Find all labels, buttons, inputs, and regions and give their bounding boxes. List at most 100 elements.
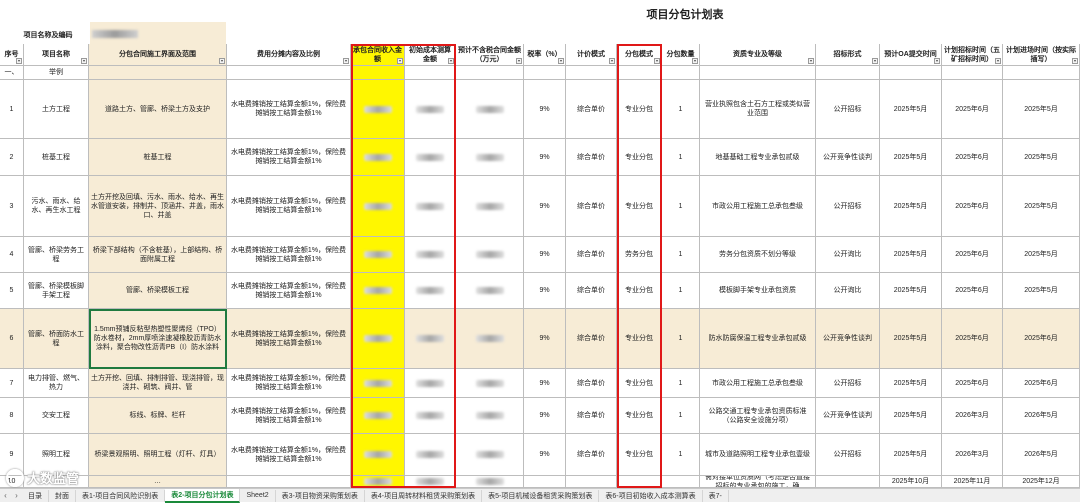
data-cell-entry[interactable]: 2025年5月 — [1003, 80, 1080, 139]
data-cell-tax[interactable]: 9% — [524, 237, 566, 273]
data-cell-pricing[interactable]: 综合单价 — [566, 434, 617, 476]
column-header[interactable]: 计划进场时间（按实际插写） — [1003, 44, 1080, 66]
data-cell-entry[interactable]: 2025年5月 — [1003, 176, 1080, 237]
data-cell-qty[interactable]: 1 — [662, 398, 700, 434]
data-cell-qual[interactable]: 防水防腐保温工程专业承包贰级 — [700, 309, 816, 369]
data-cell-qual[interactable]: 模板脚手架专业承包资质 — [700, 273, 816, 309]
data-cell-name[interactable]: 管廊、桥梁劳务工程 — [24, 237, 89, 273]
partial-row-cell[interactable]: 2025年11月 — [942, 476, 1003, 488]
amount-cell[interactable] — [351, 273, 405, 309]
section-row-cell[interactable]: 举例 — [24, 66, 89, 80]
data-cell-mode[interactable]: 专业分包 — [617, 434, 662, 476]
amount-cell[interactable] — [351, 476, 405, 488]
data-cell-qual[interactable]: 地基基础工程专业承包贰级 — [700, 139, 816, 176]
data-cell-no[interactable]: 4 — [0, 237, 24, 273]
sheet-tab[interactable]: 目录 — [22, 489, 49, 502]
data-cell-entry[interactable]: 2025年6月 — [1003, 369, 1080, 398]
data-cell-scope[interactable]: 1.5mm预铺反粘型热塑性聚烯烃（TPO）防水卷材，2mm厚喷涂速凝橡胶沥青防水… — [89, 309, 227, 369]
filter-dropdown-icon[interactable] — [808, 58, 814, 64]
data-cell-plan_bid[interactable]: 2026年3月 — [942, 398, 1003, 434]
section-row-cell[interactable] — [227, 66, 351, 80]
data-cell-qual[interactable]: 市政公用工程施工总承包叁级 — [700, 369, 816, 398]
filter-dropdown-icon[interactable] — [995, 58, 1001, 64]
data-cell-pricing[interactable]: 综合单价 — [566, 273, 617, 309]
column-header[interactable]: 预计OA提交时间 — [880, 44, 942, 66]
column-header[interactable]: 分包模式 — [617, 44, 662, 66]
data-cell-name[interactable]: 土方工程 — [24, 80, 89, 139]
filter-dropdown-icon[interactable] — [448, 58, 454, 64]
column-header[interactable]: 承包合同收入金额 — [351, 44, 405, 66]
data-cell-no[interactable]: 2 — [0, 139, 24, 176]
amount-cell[interactable] — [405, 369, 456, 398]
data-cell-plan_bid[interactable]: 2025年6月 — [942, 176, 1003, 237]
data-cell-qual[interactable]: 营业执照包含土石方工程或类似营业范围 — [700, 80, 816, 139]
data-cell-entry[interactable]: 2025年5月 — [1003, 237, 1080, 273]
data-cell-tax[interactable]: 9% — [524, 176, 566, 237]
filter-dropdown-icon[interactable] — [219, 58, 225, 64]
data-cell-fee[interactable]: 水电费摊销按工结算金额1%，保险费摊销按工结算金额1% — [227, 139, 351, 176]
amount-cell[interactable] — [351, 237, 405, 273]
section-row-cell[interactable] — [1003, 66, 1080, 80]
data-cell-fee[interactable]: 水电费摊销按工结算金额1%，保险费摊销按工结算金额1% — [227, 369, 351, 398]
data-cell-tax[interactable]: 9% — [524, 139, 566, 176]
data-cell-qty[interactable]: 1 — [662, 369, 700, 398]
amount-cell[interactable] — [405, 309, 456, 369]
data-cell-bid[interactable]: 公开询比 — [816, 237, 880, 273]
column-header[interactable]: 招标形式 — [816, 44, 880, 66]
sheet-tab[interactable]: 表4-项目周转材料租赁采购策划表 — [365, 489, 483, 502]
data-cell-fee[interactable]: 水电费摊销按工结算金额1%，保险费摊销按工结算金额1% — [227, 273, 351, 309]
data-cell-bid[interactable]: 公开询比 — [816, 273, 880, 309]
amount-cell[interactable] — [405, 273, 456, 309]
data-cell-qual[interactable]: 劳务分包资质不划分等级 — [700, 237, 816, 273]
data-cell-plan_bid[interactable]: 2025年6月 — [942, 139, 1003, 176]
filter-dropdown-icon[interactable] — [609, 58, 615, 64]
amount-cell[interactable] — [405, 139, 456, 176]
column-header[interactable]: 税率（%） — [524, 44, 566, 66]
data-cell-entry[interactable]: 2025年6月 — [1003, 309, 1080, 369]
data-cell-qual[interactable]: 城市及道路照明工程专业承包壹级 — [700, 434, 816, 476]
section-row-cell[interactable] — [566, 66, 617, 80]
data-cell-name[interactable]: 电力排管、燃气、热力 — [24, 369, 89, 398]
data-cell-no[interactable]: 1 — [0, 80, 24, 139]
column-header[interactable]: 预计不含税合同金额（万元） — [456, 44, 524, 66]
amount-cell[interactable] — [456, 176, 524, 237]
data-cell-entry[interactable]: 2026年5月 — [1003, 434, 1080, 476]
filter-dropdown-icon[interactable] — [934, 58, 940, 64]
data-cell-mode[interactable]: 劳务分包 — [617, 237, 662, 273]
amount-cell[interactable] — [351, 434, 405, 476]
data-cell-name[interactable]: 桩基工程 — [24, 139, 89, 176]
filter-dropdown-icon[interactable] — [16, 58, 22, 64]
data-cell-scope[interactable]: 桩基工程 — [89, 139, 227, 176]
filter-dropdown-icon[interactable] — [692, 58, 698, 64]
data-cell-scope[interactable]: 土方开挖、回填、排制排管、现浇排管，现浇井、砌筑、阀井、管 — [89, 369, 227, 398]
filter-dropdown-icon[interactable] — [81, 58, 87, 64]
data-cell-bid[interactable]: 公开竞争性谈判 — [816, 309, 880, 369]
amount-cell[interactable] — [456, 237, 524, 273]
data-cell-fee[interactable]: 水电费摊销按工结算金额1%，保险费摊销按工结算金额1% — [227, 434, 351, 476]
amount-cell[interactable] — [456, 476, 524, 488]
data-cell-name[interactable]: 管廊、桥梁模板脚手架工程 — [24, 273, 89, 309]
data-cell-pricing[interactable]: 综合单价 — [566, 176, 617, 237]
data-cell-scope[interactable]: 管廊、桥梁模板工程 — [89, 273, 227, 309]
data-cell-entry[interactable]: 2026年5月 — [1003, 398, 1080, 434]
section-row-cell[interactable] — [662, 66, 700, 80]
data-cell-qual[interactable]: 公路交通工程专业承包资质标准（公路安全设施分项） — [700, 398, 816, 434]
sheet-tab[interactable]: 表7- — [703, 489, 729, 502]
data-cell-pricing[interactable]: 综合单价 — [566, 237, 617, 273]
data-cell-name[interactable]: 污水、雨水、给水、再生水工程 — [24, 176, 89, 237]
data-cell-tax[interactable]: 9% — [524, 434, 566, 476]
section-row-cell[interactable] — [456, 66, 524, 80]
sheet-tab[interactable]: 表6-项目初始收入成本测算表 — [599, 489, 703, 502]
section-row-cell[interactable] — [816, 66, 880, 80]
data-cell-plan_bid[interactable]: 2025年6月 — [942, 273, 1003, 309]
data-cell-bid[interactable]: 公开竞争性谈判 — [816, 139, 880, 176]
partial-row-cell[interactable]: 需对接单位资质网（考虑是否直接招标的专业承包的施工，确 — [700, 476, 816, 488]
data-cell-qty[interactable]: 1 — [662, 80, 700, 139]
column-header[interactable]: 计划招标时间（五矿招标时间） — [942, 44, 1003, 66]
data-cell-fee[interactable]: 水电费摊销按工结算金额1%，保险费摊销按工结算金额1% — [227, 398, 351, 434]
partial-row-cell[interactable] — [524, 476, 566, 488]
sheet-tab[interactable]: 表1-项目合同风险识别表 — [76, 489, 166, 502]
data-cell-tax[interactable]: 9% — [524, 398, 566, 434]
data-cell-oa[interactable]: 2025年5月 — [880, 139, 942, 176]
amount-cell[interactable] — [351, 369, 405, 398]
